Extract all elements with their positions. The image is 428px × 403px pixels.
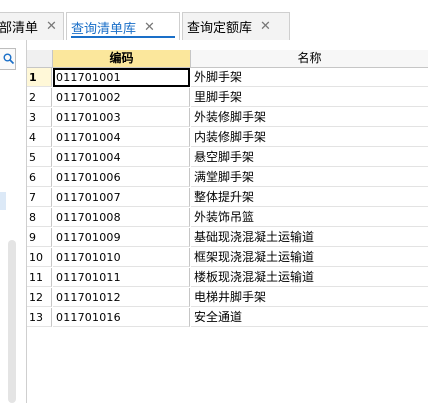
name-cell[interactable]: 外装饰吊篮 <box>191 208 428 227</box>
close-icon[interactable]: ✕ <box>260 19 271 34</box>
code-cell[interactable]: 011701008 <box>53 208 190 227</box>
tab-label: 查询定额库 <box>187 21 253 36</box>
name-cell[interactable]: 外装修脚手架 <box>191 108 428 127</box>
code-cell[interactable]: 011701011 <box>53 268 190 287</box>
grid-body: 1 011701001 外脚手架 2 011701002 里脚手架 3 011701003 外装… <box>27 68 428 328</box>
tab-bill[interactable]: 部清单 ✕ <box>0 12 64 40</box>
row-number[interactable]: 13 <box>27 308 52 327</box>
name-cell[interactable]: 电梯井脚手架 <box>191 288 428 307</box>
code-cell[interactable]: 011701003 <box>53 108 190 127</box>
name-cell[interactable]: 满堂脚手架 <box>191 168 428 187</box>
row-number[interactable]: 7 <box>27 188 52 207</box>
column-header-name[interactable]: 名称 <box>191 50 428 68</box>
tab-query-bill-library[interactable]: 查询清单库 ✕ <box>66 12 180 41</box>
name-cell[interactable]: 整体提升架 <box>191 188 428 207</box>
row-number[interactable]: 1 <box>27 68 52 87</box>
table-row[interactable]: 8 011701008 外装饰吊篮 <box>27 208 428 228</box>
table-row[interactable]: 13 011701016 安全通道 <box>27 308 428 328</box>
code-cell[interactable]: 011701006 <box>53 168 190 187</box>
table-row[interactable]: 2 011701002 里脚手架 <box>27 88 428 108</box>
column-header-code[interactable]: 编码 <box>53 50 191 68</box>
name-cell[interactable]: 安全通道 <box>191 308 428 327</box>
table-row[interactable]: 4 011701004 内装修脚手架 <box>27 128 428 148</box>
header-corner[interactable] <box>27 50 53 68</box>
name-cell[interactable]: 外脚手架 <box>191 68 428 87</box>
row-number[interactable]: 10 <box>27 248 52 267</box>
vertical-scrollbar[interactable] <box>8 240 16 403</box>
code-cell[interactable]: 011701002 <box>53 88 190 107</box>
row-number[interactable]: 12 <box>27 288 52 307</box>
code-cell[interactable]: 011701010 <box>53 248 190 267</box>
tab-label: 部清单 <box>0 21 39 36</box>
left-panel <box>0 40 27 403</box>
name-cell[interactable]: 基础现浇混凝土运输道 <box>191 228 428 247</box>
row-number[interactable]: 11 <box>27 268 52 287</box>
active-tab-indicator <box>71 36 175 38</box>
table-row[interactable]: 11 011701011 楼板现浇混凝土运输道 <box>27 268 428 288</box>
close-icon[interactable]: ✕ <box>46 19 57 34</box>
code-cell[interactable]: 011701016 <box>53 308 190 327</box>
tab-bar: 部清单 ✕ 查询清单库 ✕ 查询定额库 ✕ <box>0 0 428 41</box>
code-cell[interactable]: 011701004 <box>53 148 190 167</box>
table-row[interactable]: 6 011701006 满堂脚手架 <box>27 168 428 188</box>
row-number[interactable]: 4 <box>27 128 52 147</box>
grid-header: 编码 名称 <box>27 50 428 68</box>
code-cell[interactable]: 011701012 <box>53 288 190 307</box>
code-cell[interactable]: 011701009 <box>53 228 190 247</box>
name-cell[interactable]: 楼板现浇混凝土运输道 <box>191 268 428 287</box>
name-cell[interactable]: 里脚手架 <box>191 88 428 107</box>
row-number[interactable]: 6 <box>27 168 52 187</box>
code-cell[interactable]: 011701004 <box>53 128 190 147</box>
row-number[interactable]: 2 <box>27 88 52 107</box>
row-number[interactable]: 8 <box>27 208 52 227</box>
row-number[interactable]: 3 <box>27 108 52 127</box>
tab-label: 查询清单库 <box>71 21 137 37</box>
table-row[interactable]: 7 011701007 整体提升架 <box>27 188 428 208</box>
name-cell[interactable]: 悬空脚手架 <box>191 148 428 167</box>
table-row[interactable]: 5 011701004 悬空脚手架 <box>27 148 428 168</box>
name-cell[interactable]: 框架现浇混凝土运输道 <box>191 248 428 267</box>
table-row[interactable]: 10 011701010 框架现浇混凝土运输道 <box>27 248 428 268</box>
tab-query-quota-library[interactable]: 查询定额库 ✕ <box>182 12 290 40</box>
bill-library-grid: 编码 名称 1 011701001 外脚手架 2 011701002 里脚手架 3 01170… <box>27 40 428 403</box>
row-number[interactable]: 9 <box>27 228 52 247</box>
name-cell[interactable]: 内装修脚手架 <box>191 128 428 147</box>
tree-selection-marker[interactable] <box>0 192 6 210</box>
search-button[interactable] <box>0 48 16 70</box>
table-row[interactable]: 9 011701009 基础现浇混凝土运输道 <box>27 228 428 248</box>
table-row[interactable]: 3 011701003 外装修脚手架 <box>27 108 428 128</box>
code-cell[interactable]: 011701001 <box>53 68 190 87</box>
row-number[interactable]: 5 <box>27 148 52 167</box>
close-icon[interactable]: ✕ <box>144 20 155 35</box>
table-row[interactable]: 1 011701001 外脚手架 <box>27 68 428 88</box>
code-cell[interactable]: 011701007 <box>53 188 190 207</box>
table-row[interactable]: 12 011701012 电梯井脚手架 <box>27 288 428 308</box>
search-icon <box>3 53 15 65</box>
